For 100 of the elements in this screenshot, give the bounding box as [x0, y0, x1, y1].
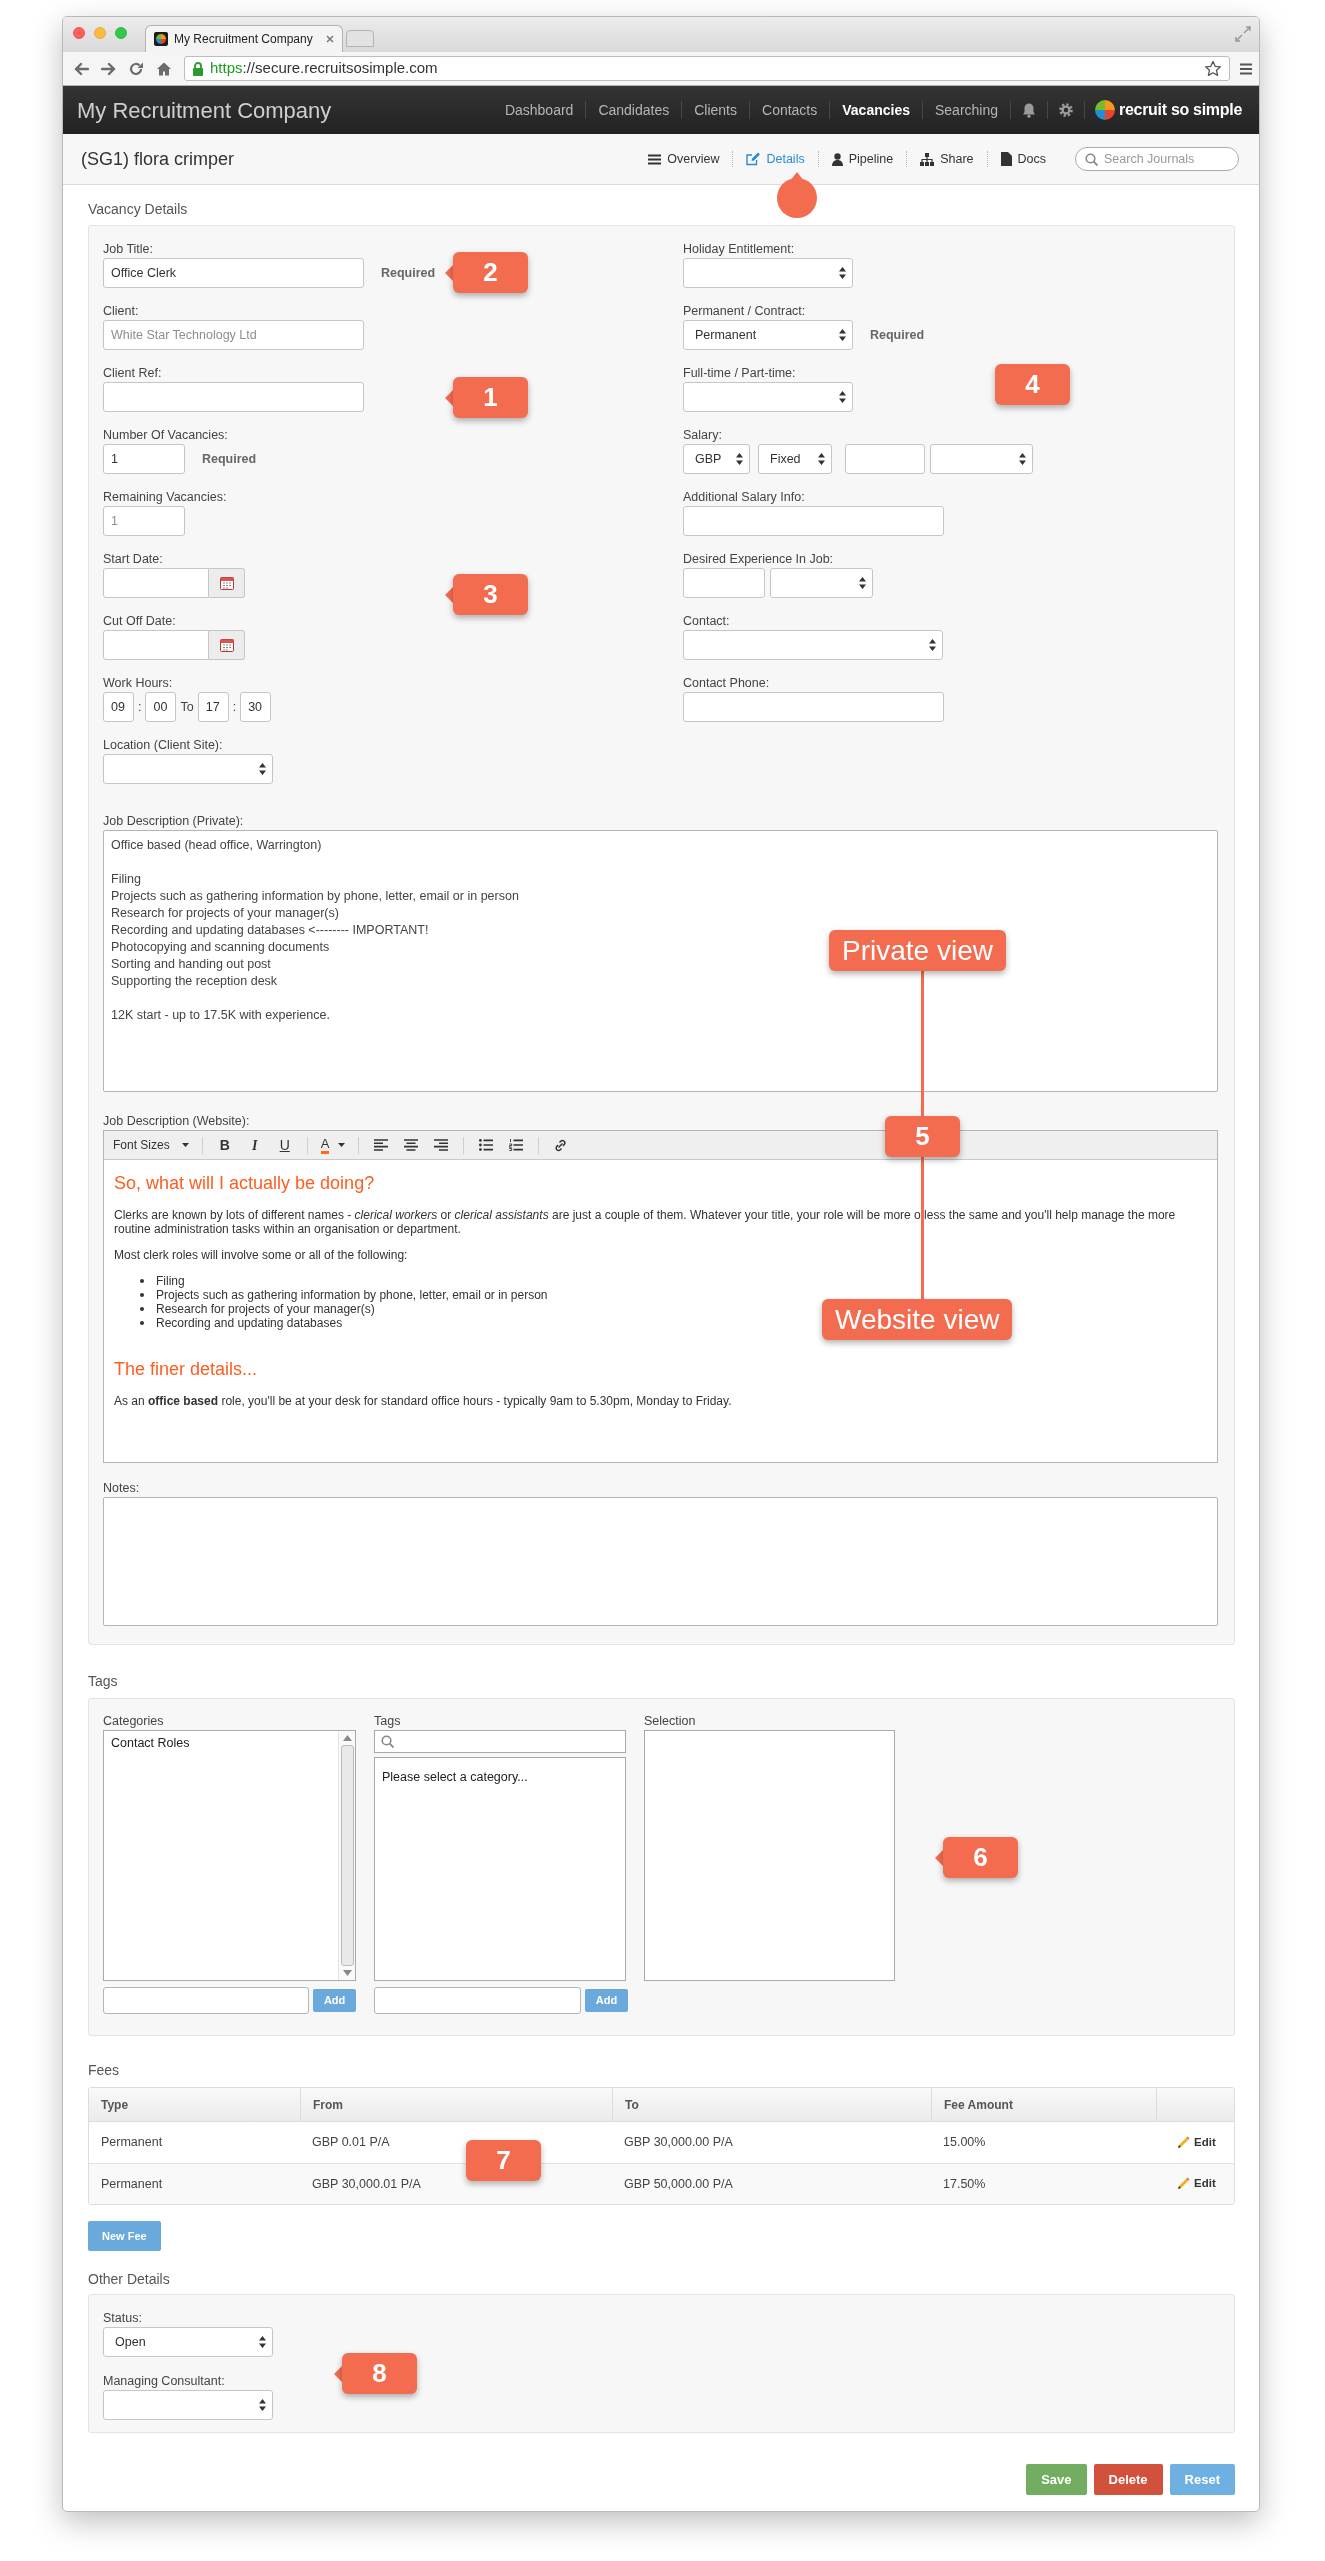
page-tab[interactable]: Details: [733, 149, 818, 169]
select-field[interactable]: [683, 382, 853, 412]
number-input[interactable]: 1: [103, 506, 185, 536]
align-right-icon[interactable]: [434, 1139, 449, 1151]
select-field[interactable]: Permanent: [683, 320, 853, 350]
search-icon: [1085, 152, 1098, 166]
scrollbar-thumb[interactable]: [340, 1745, 354, 1966]
field-label: Categories: [103, 1713, 165, 1730]
select-arrows-icon: [818, 453, 825, 465]
field-label: Holiday Entitlement:: [683, 241, 796, 258]
tag-search-field[interactable]: [374, 1730, 626, 1753]
browser-tab[interactable]: My Recruitment Company: [145, 25, 343, 52]
edit-link[interactable]: Edit: [1176, 2175, 1216, 2193]
align-center-icon[interactable]: [404, 1139, 419, 1151]
nav-link[interactable]: Vacancies: [830, 99, 922, 121]
address-field[interactable]: https://secure.recruitsosimple.com: [184, 56, 1230, 81]
nav-link[interactable]: Candidates: [586, 99, 682, 121]
textarea-field[interactable]: [103, 1497, 1218, 1626]
salary-amount-input[interactable]: [845, 444, 925, 474]
nav-link[interactable]: Dashboard: [492, 99, 586, 121]
select-field[interactable]: [103, 754, 273, 784]
field-label: Client:: [103, 303, 140, 320]
tag-listbox[interactable]: Please select a category...: [374, 1757, 626, 1981]
page-tab[interactable]: Share: [907, 149, 987, 169]
column-header: Fee Amount: [944, 2096, 1013, 2114]
nav-link[interactable]: Searching: [923, 99, 1011, 121]
brand-name[interactable]: My Recruitment Company: [77, 93, 332, 127]
text-input[interactable]: [683, 506, 944, 536]
numbered-list-icon[interactable]: [509, 1139, 524, 1151]
field-label: Full-time / Part-time:: [683, 365, 797, 382]
settings-icon[interactable]: [1059, 103, 1074, 117]
delete-button[interactable]: Delete: [1093, 2464, 1163, 2495]
close-icon[interactable]: [326, 35, 334, 43]
nav-link[interactable]: Clients: [682, 99, 749, 121]
select-field[interactable]: GBP: [683, 444, 750, 474]
experience-input[interactable]: [683, 568, 765, 598]
scroll-up-icon[interactable]: [342, 1735, 352, 1741]
expand-icon[interactable]: [1235, 26, 1251, 42]
date-input[interactable]: [103, 630, 209, 660]
page-tab[interactable]: Docs: [987, 149, 1059, 169]
table-cell-text: GBP 0.01 P/A: [312, 2134, 390, 2152]
required-label: Required: [381, 264, 436, 282]
editor-paragraph: As an office based role, you'll be at your desk for standard office hours - typically 9am to 5.30pm, Monday to Friday.: [114, 1394, 733, 1408]
align-left-icon[interactable]: [374, 1139, 389, 1151]
add-category-input[interactable]: [103, 1987, 310, 2014]
select-field[interactable]: Fixed: [758, 444, 832, 474]
bullet-list-icon[interactable]: [479, 1139, 494, 1151]
text-input[interactable]: Office Clerk: [103, 258, 364, 288]
editor-paragraph: Most clerk roles will involve some or all of the following:: [114, 1248, 409, 1262]
text-color-button[interactable]: A: [314, 1136, 352, 1154]
time-input[interactable]: 09: [103, 692, 134, 722]
text-input[interactable]: [683, 692, 944, 722]
date-input[interactable]: [103, 568, 209, 598]
italic-button[interactable]: I: [239, 1134, 270, 1156]
bold-button[interactable]: B: [209, 1134, 240, 1156]
underline-button[interactable]: U: [269, 1134, 300, 1156]
text-input[interactable]: [103, 382, 364, 412]
minimize-window-icon[interactable]: [94, 27, 106, 39]
marker-icon: [776, 171, 818, 219]
star-icon[interactable]: [1204, 59, 1222, 78]
back-arrow-icon[interactable]: [73, 60, 89, 77]
select-arrows-icon: [839, 391, 846, 403]
caret-icon: [181, 1143, 189, 1147]
callout-badge: 7: [466, 2140, 541, 2181]
user-icon: [831, 152, 843, 166]
callout-badge: 4: [995, 364, 1070, 405]
link-icon[interactable]: [554, 1138, 568, 1152]
number-input[interactable]: 1: [103, 444, 185, 474]
select-field[interactable]: [683, 630, 943, 660]
select-field[interactable]: Open: [103, 2327, 273, 2357]
time-input[interactable]: 00: [145, 692, 177, 722]
close-window-icon[interactable]: [73, 27, 85, 39]
reload-icon[interactable]: [128, 60, 144, 77]
required-label: Required: [202, 450, 257, 468]
table-cell-text: Permanent: [101, 2134, 163, 2152]
field-label: Desired Experience In Job:: [683, 551, 835, 568]
nav-link[interactable]: Contacts: [750, 99, 830, 121]
list-option[interactable]: Contact Roles: [104, 1735, 338, 1752]
add-tag-input[interactable]: [374, 1987, 581, 2014]
new-tab-button[interactable]: [346, 30, 374, 47]
bell-icon[interactable]: [1022, 102, 1037, 118]
select-field[interactable]: [103, 2390, 273, 2420]
home-icon[interactable]: [156, 60, 172, 77]
menu-icon[interactable]: [1239, 61, 1253, 76]
forward-arrow-icon[interactable]: [101, 60, 117, 77]
page-tab[interactable]: Pipeline: [818, 149, 907, 169]
field-label: Salary:: [683, 427, 723, 444]
select-field[interactable]: [770, 568, 873, 598]
calendar-button[interactable]: [209, 568, 245, 598]
page-tab[interactable]: Overview: [635, 149, 733, 169]
time-input[interactable]: 30: [240, 692, 272, 722]
time-input[interactable]: 17: [197, 692, 229, 722]
edit-link[interactable]: Edit: [1176, 2133, 1216, 2152]
calendar-button[interactable]: [209, 630, 245, 660]
font-size-dropdown[interactable]: Font Sizes: [104, 1136, 195, 1154]
maximize-window-icon[interactable]: [115, 27, 127, 39]
category-listbox[interactable]: Contact Roles: [103, 1730, 356, 1981]
scroll-down-icon[interactable]: [342, 1970, 352, 1976]
select-field[interactable]: [930, 444, 1033, 474]
select-field[interactable]: [683, 258, 853, 288]
